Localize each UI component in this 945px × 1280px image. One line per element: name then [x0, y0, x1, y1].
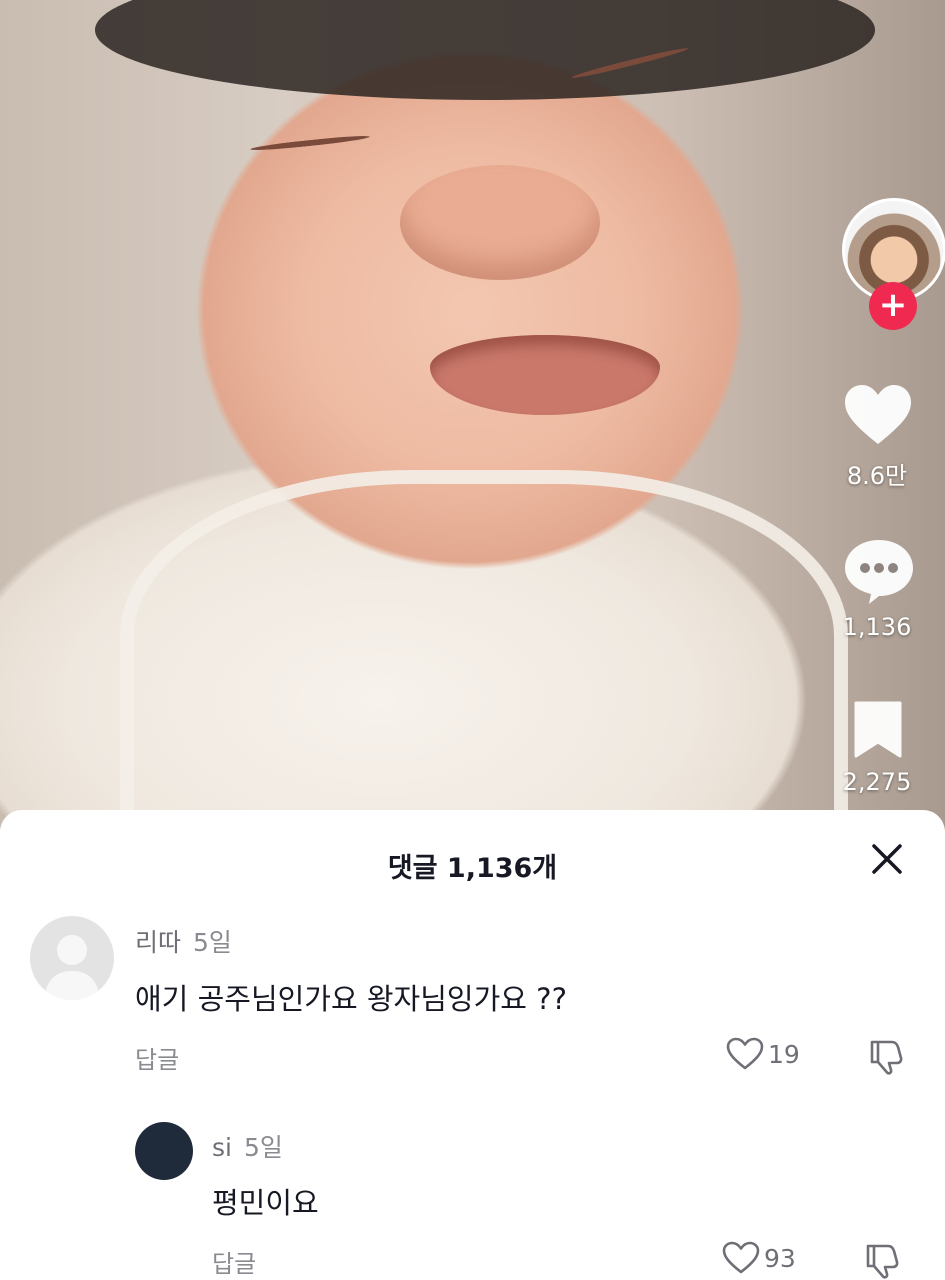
- comment-meta: 리따 5일: [135, 923, 232, 959]
- comment-avatar[interactable]: [135, 1122, 193, 1180]
- comment-text: 평민이요: [212, 1186, 319, 1220]
- comment-like-count: 19: [768, 1039, 800, 1069]
- video-mouth: [430, 335, 660, 415]
- comment-text: 애기 공주님인가요 왕자님잉가요 ??: [135, 982, 567, 1016]
- comment-meta: si 5일: [212, 1128, 283, 1164]
- heart-icon[interactable]: [843, 384, 913, 446]
- reply-button[interactable]: 답글: [212, 1244, 256, 1279]
- follow-button[interactable]: +: [869, 282, 917, 330]
- comment-username[interactable]: si: [212, 1133, 232, 1162]
- reply-button[interactable]: 답글: [135, 1040, 179, 1075]
- video-player[interactable]: + 8.6만 1,136 2,275: [0, 0, 945, 830]
- comment-bubble-icon[interactable]: [843, 538, 915, 606]
- default-user-icon: [44, 935, 100, 1000]
- close-icon[interactable]: [870, 842, 904, 876]
- comments-sheet: 댓글 1,136개 리따 5일 애기 공주님인가요 왕자님잉가요 ?? 답글 19…: [0, 810, 945, 1279]
- video-collar: [120, 470, 848, 830]
- comments-title: 댓글 1,136개: [387, 853, 558, 884]
- comment-time: 5일: [193, 928, 232, 957]
- bookmark-icon[interactable]: [853, 700, 903, 758]
- comment-like-button[interactable]: 93: [722, 1240, 796, 1276]
- video-nose: [400, 165, 600, 280]
- comment-like-button[interactable]: 19: [726, 1036, 800, 1072]
- video-eye-left: [250, 133, 370, 153]
- heart-outline-icon: [722, 1241, 760, 1274]
- comment-avatar[interactable]: [30, 916, 114, 1000]
- comment-like-count: 93: [764, 1243, 796, 1273]
- like-count: 8.6만: [846, 462, 908, 490]
- heart-outline-icon: [726, 1037, 764, 1070]
- comment-count: 1,136: [842, 613, 912, 641]
- save-count: 2,275: [842, 768, 912, 796]
- comment-username[interactable]: 리따: [135, 928, 181, 957]
- thumbs-down-icon[interactable]: [862, 1240, 902, 1280]
- video-hair-shape: [95, 0, 875, 100]
- thumbs-down-icon[interactable]: [866, 1036, 906, 1076]
- plus-icon: +: [878, 285, 908, 325]
- action-rail: + 8.6만 1,136 2,275: [825, 0, 945, 830]
- comment-time: 5일: [243, 1133, 283, 1162]
